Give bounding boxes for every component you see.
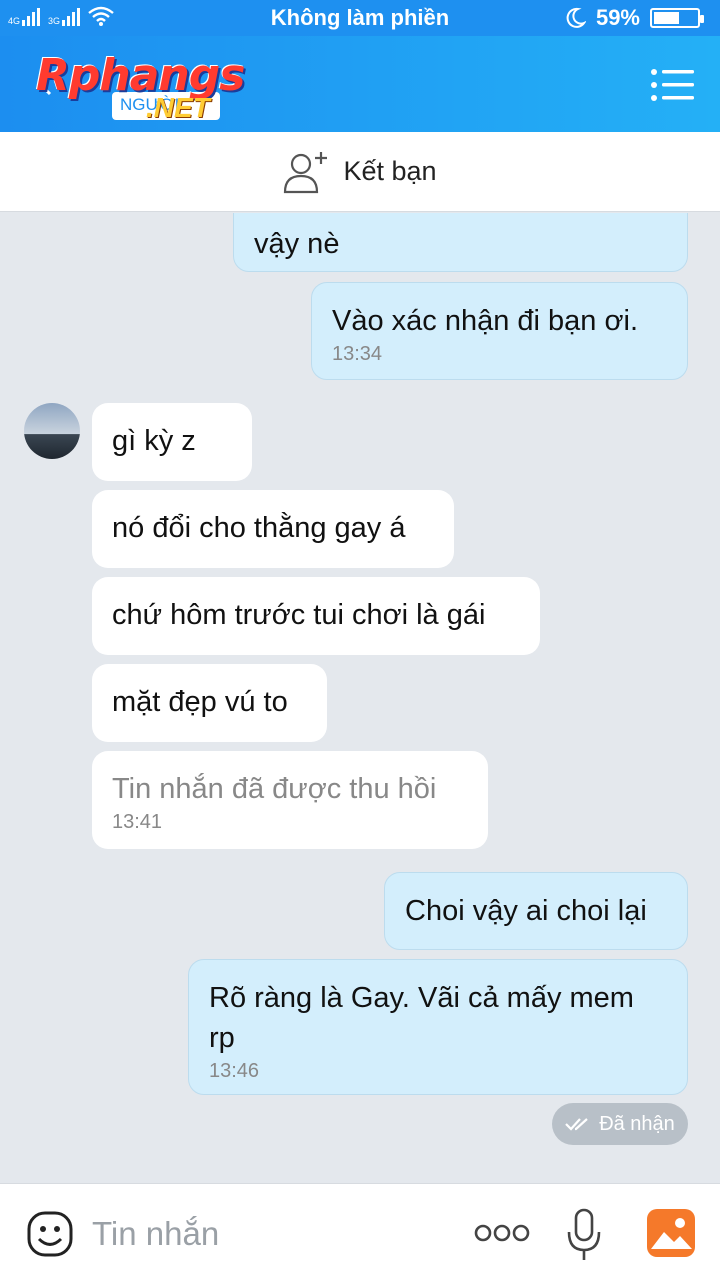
status-bar: 4G 3G Không làm phiền 59% <box>0 0 720 36</box>
message-bubble-sent[interactable]: vậy nè <box>233 213 688 272</box>
microphone-icon[interactable] <box>566 1208 602 1262</box>
message-input-bar <box>0 1183 720 1280</box>
message-text: Tin nhắn đã được thu hồi <box>112 773 437 805</box>
message-bubble-sent[interactable]: Choi vậy ai choi lại <box>384 872 688 950</box>
menu-icon[interactable] <box>650 68 694 102</box>
message-bubble-recalled[interactable]: Tin nhắn đã được thu hồi 13:41 <box>92 751 488 849</box>
battery-percent: 59% <box>595 5 640 30</box>
delivered-badge: Đã nhận <box>552 1103 688 1145</box>
emoji-icon[interactable] <box>26 1210 74 1258</box>
message-text: gì kỳ z <box>112 425 196 457</box>
add-friend-button[interactable]: Kết bạn <box>0 132 720 212</box>
message-text: Choi vậy ai choi lại <box>405 895 647 927</box>
chat-header: NGƯỜI Rphangs .NET <box>0 36 720 132</box>
battery-icon <box>650 8 704 28</box>
more-options-icon[interactable] <box>474 1222 530 1244</box>
battery-fill <box>654 12 679 24</box>
message-bubble-received[interactable]: nó đổi cho thằng gay á <box>92 490 454 568</box>
message-time: 13:41 <box>112 811 163 833</box>
message-input[interactable] <box>92 1212 432 1256</box>
message-text: Rõ ràng là Gay. Vãi cả mấy mem rp <box>209 982 634 1054</box>
chat-messages[interactable]: vậy nè Vào xác nhận đi bạn ơi. 13:34 gì … <box>0 213 720 1183</box>
double-check-icon <box>565 1118 588 1131</box>
message-text: vậy nè <box>254 228 340 260</box>
message-text: mặt đẹp vú to <box>112 686 288 718</box>
delivered-label: Đã nhận <box>599 1112 675 1135</box>
avatar[interactable] <box>24 403 80 459</box>
message-time: 13:46 <box>209 1060 260 1082</box>
message-text: chứ hôm trước tui chơi là gái <box>112 599 486 631</box>
watermark-logo-net: .NET <box>146 92 210 123</box>
message-bubble-received[interactable]: mặt đẹp vú to <box>92 664 327 742</box>
watermark-logo: Rphangs <box>36 50 245 101</box>
message-text: Vào xác nhận đi bạn ơi. <box>332 305 639 337</box>
message-bubble-received[interactable]: gì kỳ z <box>92 403 252 481</box>
add-user-icon <box>284 151 328 193</box>
message-text: nó đổi cho thằng gay á <box>112 512 406 544</box>
message-bubble-sent[interactable]: Vào xác nhận đi bạn ơi. 13:34 <box>311 282 688 380</box>
message-time: 13:34 <box>332 343 383 365</box>
message-bubble-sent[interactable]: Rõ ràng là Gay. Vãi cả mấy mem rp 13:46 <box>188 959 688 1095</box>
gallery-icon[interactable] <box>646 1208 696 1258</box>
moon-icon <box>566 7 586 28</box>
add-friend-label: Kết bạn <box>343 156 437 186</box>
message-bubble-received[interactable]: chứ hôm trước tui chơi là gái <box>92 577 540 655</box>
status-right: 59% <box>566 5 704 31</box>
